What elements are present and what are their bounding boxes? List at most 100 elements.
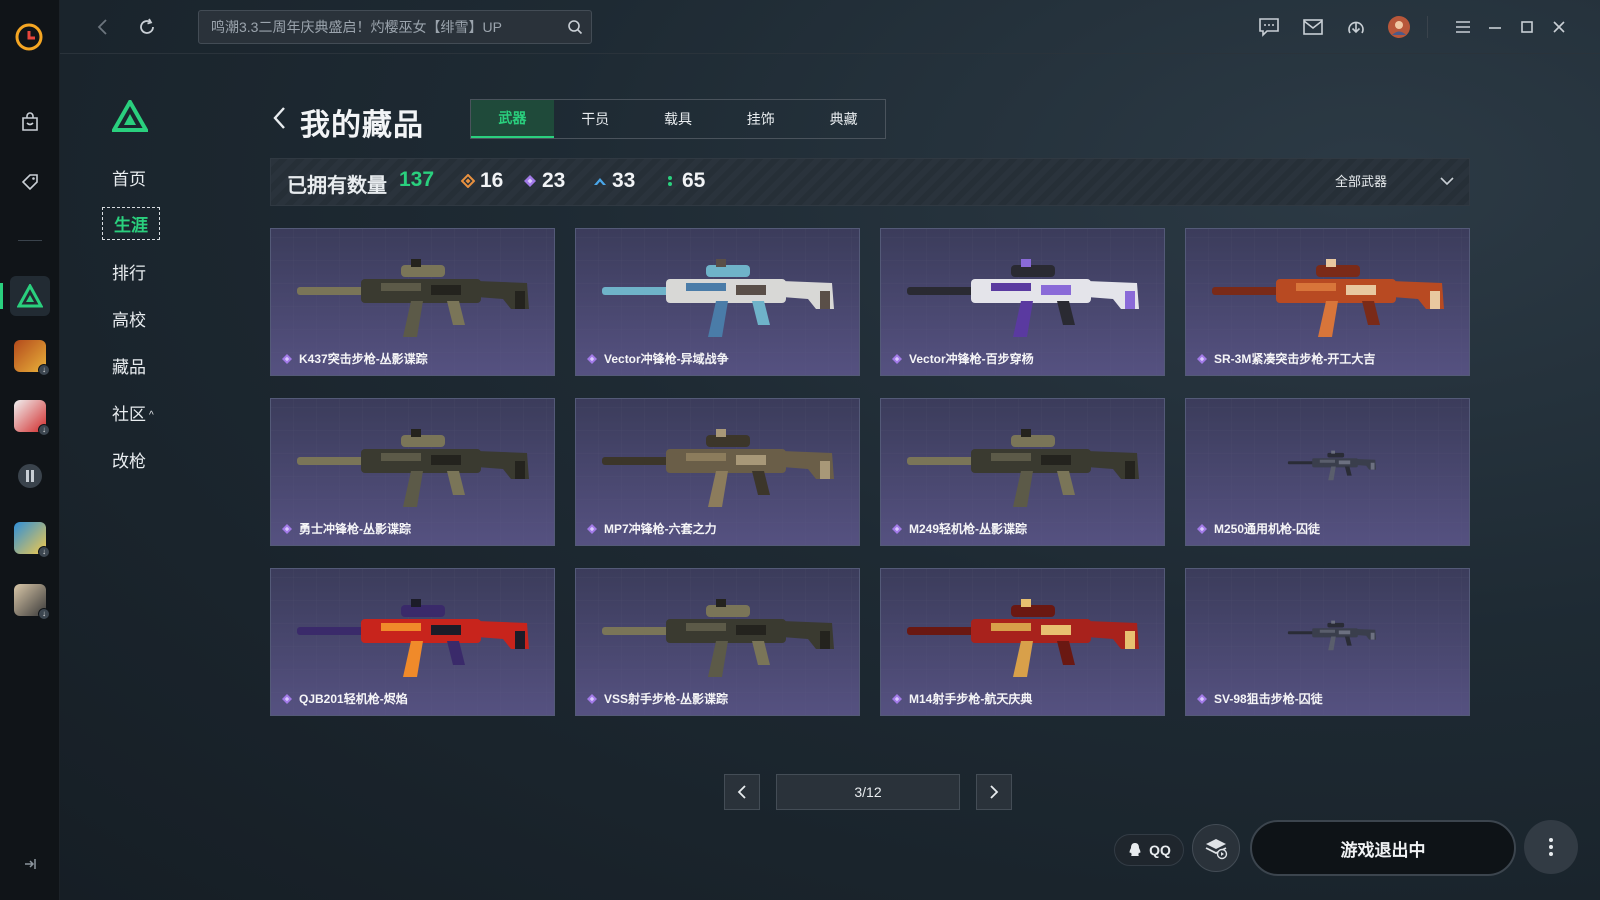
chevron-right-icon <box>990 785 999 799</box>
topbar-divider <box>1427 16 1428 38</box>
purple-diamond-icon <box>282 353 292 364</box>
nav-item-college[interactable]: 高校 <box>112 303 146 334</box>
game-exiting-button[interactable]: 游戏退出中 <box>1250 820 1516 876</box>
weapon-name-row: M14射手步枪-航天庆典 <box>891 690 1032 707</box>
qq-penguin-icon <box>1129 843 1141 856</box>
weapon-name-row: Vector冲锋枪-百步穿杨 <box>891 350 1034 367</box>
pause-icon[interactable] <box>10 456 50 496</box>
menu-icon[interactable] <box>1450 14 1476 40</box>
weapon-card[interactable]: MP7冲锋枪-六套之力 <box>575 398 860 546</box>
weapon-card[interactable]: M250通用机枪-囚徒 <box>1185 398 1470 546</box>
green-dots-icon <box>668 176 672 186</box>
weapon-card[interactable]: M249轻机枪-丛影谍踪 <box>880 398 1165 546</box>
nav-item-collection[interactable]: 藏品 <box>112 350 146 381</box>
qq-login-button[interactable]: QQ <box>1114 834 1184 866</box>
top-bar <box>60 0 1600 54</box>
purple-diamond-icon <box>892 693 902 704</box>
more-options-button[interactable] <box>1524 820 1578 874</box>
weapon-card[interactable]: Vector冲锋枪-异域战争 <box>575 228 860 376</box>
weapon-image <box>907 599 1139 677</box>
weapon-name: Vector冲锋枪-异域战争 <box>604 352 729 366</box>
weapon-card[interactable]: Vector冲锋枪-百步穿杨 <box>880 228 1165 376</box>
search-box[interactable] <box>198 10 592 44</box>
chevron-up-icon: ^ <box>149 410 154 422</box>
weapon-card[interactable]: 勇士冲锋枪-丛影谍踪 <box>270 398 555 546</box>
weapon-name-row: QJB201轻机枪-烬焰 <box>281 690 408 707</box>
weapon-card[interactable]: VSS射手步枪-丛影谍踪 <box>575 568 860 716</box>
tab-weapons[interactable]: 武器 <box>471 100 554 138</box>
purple-diamond-icon <box>587 523 597 534</box>
tab-operators[interactable]: 干员 <box>554 100 637 138</box>
weapon-image <box>602 259 834 337</box>
weapon-card[interactable]: SV-98狙击步枪-囚徒 <box>1185 568 1470 716</box>
minimize-icon[interactable] <box>1482 14 1508 40</box>
rarity-count-orange: 16 <box>461 169 503 193</box>
search-icon[interactable] <box>567 19 583 35</box>
weapon-image <box>1287 450 1377 481</box>
prev-page-button[interactable] <box>724 774 760 810</box>
game-delta-force-icon[interactable] <box>10 276 50 316</box>
purple-diamond-icon <box>587 353 597 364</box>
store-bag-icon[interactable] <box>10 102 50 142</box>
nav-item-gunsmith[interactable]: 改枪 <box>112 444 146 475</box>
game-tile-icon[interactable]: ↓ <box>10 396 50 436</box>
weapon-name-row: M249轻机枪-丛影谍踪 <box>891 520 1027 537</box>
weapon-image <box>602 599 834 677</box>
search-input[interactable] <box>211 11 551 43</box>
weapon-card[interactable]: QJB201轻机枪-烬焰 <box>270 568 555 716</box>
nav-item-community[interactable]: 社区 ^ <box>112 397 154 428</box>
weapon-name: SR-3M紧凑突击步枪-开工大吉 <box>1214 352 1376 366</box>
weapon-card[interactable]: M14射手步枪-航天庆典 <box>880 568 1165 716</box>
weapon-name-row: SR-3M紧凑突击步枪-开工大吉 <box>1196 350 1375 367</box>
avatar[interactable] <box>1386 14 1412 40</box>
weapon-card[interactable]: SR-3M紧凑突击步枪-开工大吉 <box>1185 228 1470 376</box>
tab-charms[interactable]: 挂饰 <box>719 100 802 138</box>
refresh-icon[interactable] <box>134 14 160 40</box>
back-arrow-icon[interactable] <box>270 104 290 132</box>
tab-vehicles[interactable]: 载具 <box>637 100 720 138</box>
next-page-button[interactable] <box>976 774 1012 810</box>
weapon-image <box>907 429 1139 507</box>
rarity-count-value: 33 <box>612 169 636 192</box>
mail-icon[interactable] <box>1300 14 1326 40</box>
app-logo-icon[interactable] <box>14 22 44 52</box>
rail-active-indicator <box>0 283 3 309</box>
rarity-count-value: 16 <box>480 169 504 192</box>
maximize-icon[interactable] <box>1514 14 1540 40</box>
layers-play-icon <box>1205 839 1228 860</box>
page-title: 我的藏品 <box>300 109 424 142</box>
tab-collectibles[interactable]: 典藏 <box>802 100 885 138</box>
weapon-name: QJB201轻机枪-烬焰 <box>299 692 408 706</box>
back-nav-icon[interactable] <box>90 14 116 40</box>
weapon-image <box>1212 259 1444 337</box>
cloud-game-button[interactable] <box>1192 824 1240 872</box>
download-icon[interactable] <box>1343 14 1369 40</box>
weapon-name-row: SV-98狙击步枪-囚徒 <box>1196 690 1323 707</box>
weapon-name: 勇士冲锋枪-丛影谍踪 <box>299 522 411 536</box>
weapon-image <box>297 259 529 337</box>
purple-diamond-icon <box>1197 353 1207 364</box>
rail-divider <box>18 240 42 241</box>
weapon-image <box>907 259 1139 337</box>
game-tile-icon[interactable]: ↓ <box>10 580 50 620</box>
weapon-card[interactable]: K437突击步枪-丛影谍踪 <box>270 228 555 376</box>
expand-rail-icon[interactable] <box>20 854 40 874</box>
game-tile-icon[interactable]: ↓ <box>10 518 50 558</box>
purple-diamond-icon <box>1197 523 1207 534</box>
nav-item-career[interactable]: 生涯 <box>102 207 160 240</box>
game-tile-icon[interactable]: ↓ <box>10 336 50 376</box>
purple-diamond-icon <box>892 353 902 364</box>
rarity-count-value: 23 <box>542 169 566 192</box>
chat-icon[interactable] <box>1256 14 1282 40</box>
collection-stats-bar: 已拥有数量 137 16 23 33 65 全部武器 <box>270 158 1470 206</box>
nav-item-ranking[interactable]: 排行 <box>112 256 146 287</box>
close-icon[interactable] <box>1546 14 1572 40</box>
rarity-count-purple: 23 <box>523 169 565 193</box>
nav-item-home[interactable]: 首页 <box>112 162 146 193</box>
weapon-filter-dropdown[interactable]: 全部武器 <box>1335 171 1455 190</box>
gift-tag-icon[interactable] <box>10 162 50 202</box>
owned-label: 已拥有数量 <box>287 175 387 197</box>
page-indicator: 3/12 <box>776 774 960 810</box>
weapon-name-row: MP7冲锋枪-六套之力 <box>586 520 717 537</box>
weapon-name: K437突击步枪-丛影谍踪 <box>299 352 428 366</box>
